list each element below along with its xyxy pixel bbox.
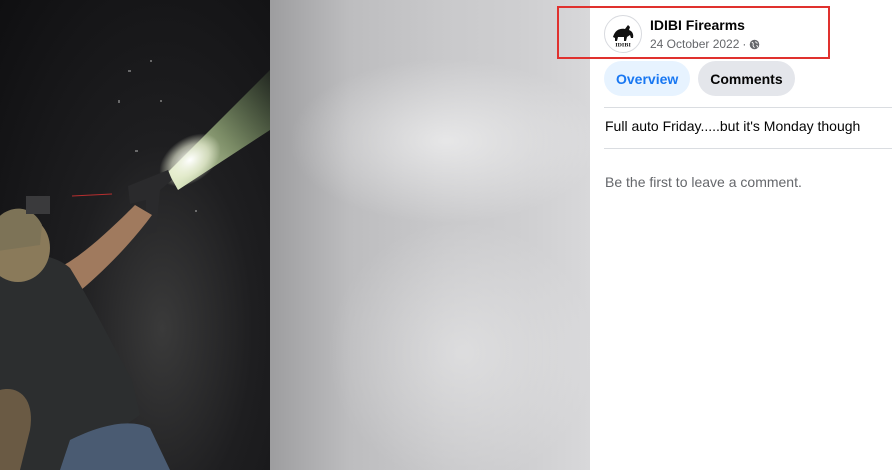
page-avatar[interactable]: IDIBI <box>604 15 642 53</box>
avatar-wordmark: IDIBI <box>615 43 631 49</box>
tab-comments[interactable]: Comments <box>698 61 795 96</box>
page-name-link[interactable]: IDIBI Firearms <box>650 16 760 34</box>
post-date-link[interactable]: 24 October 2022 <box>650 36 739 52</box>
globe-icon[interactable] <box>749 39 760 50</box>
shooter-photo-illustration <box>0 60 270 470</box>
blurred-background <box>270 0 590 470</box>
divider <box>604 107 892 108</box>
post-header-text: IDIBI Firearms 24 October 2022 · <box>650 16 760 52</box>
post-tabs: Overview Comments <box>604 61 795 96</box>
post-details-panel: IDIBI IDIBI Firearms 24 October 2022 · O… <box>590 0 892 470</box>
post-meta: 24 October 2022 · <box>650 36 760 52</box>
post-media[interactable] <box>0 0 590 470</box>
post-photo <box>0 0 270 470</box>
post-caption: Full auto Friday.....but it's Monday tho… <box>605 118 861 134</box>
divider <box>604 148 892 149</box>
post-viewer: IDIBI IDIBI Firearms 24 October 2022 · O… <box>0 0 892 470</box>
tab-overview[interactable]: Overview <box>604 61 691 96</box>
bull-logo-icon: IDIBI <box>613 25 634 49</box>
empty-comments-message: Be the first to leave a comment. <box>605 174 802 190</box>
meta-separator: · <box>742 37 747 51</box>
post-header: IDIBI IDIBI Firearms 24 October 2022 · <box>604 10 884 58</box>
